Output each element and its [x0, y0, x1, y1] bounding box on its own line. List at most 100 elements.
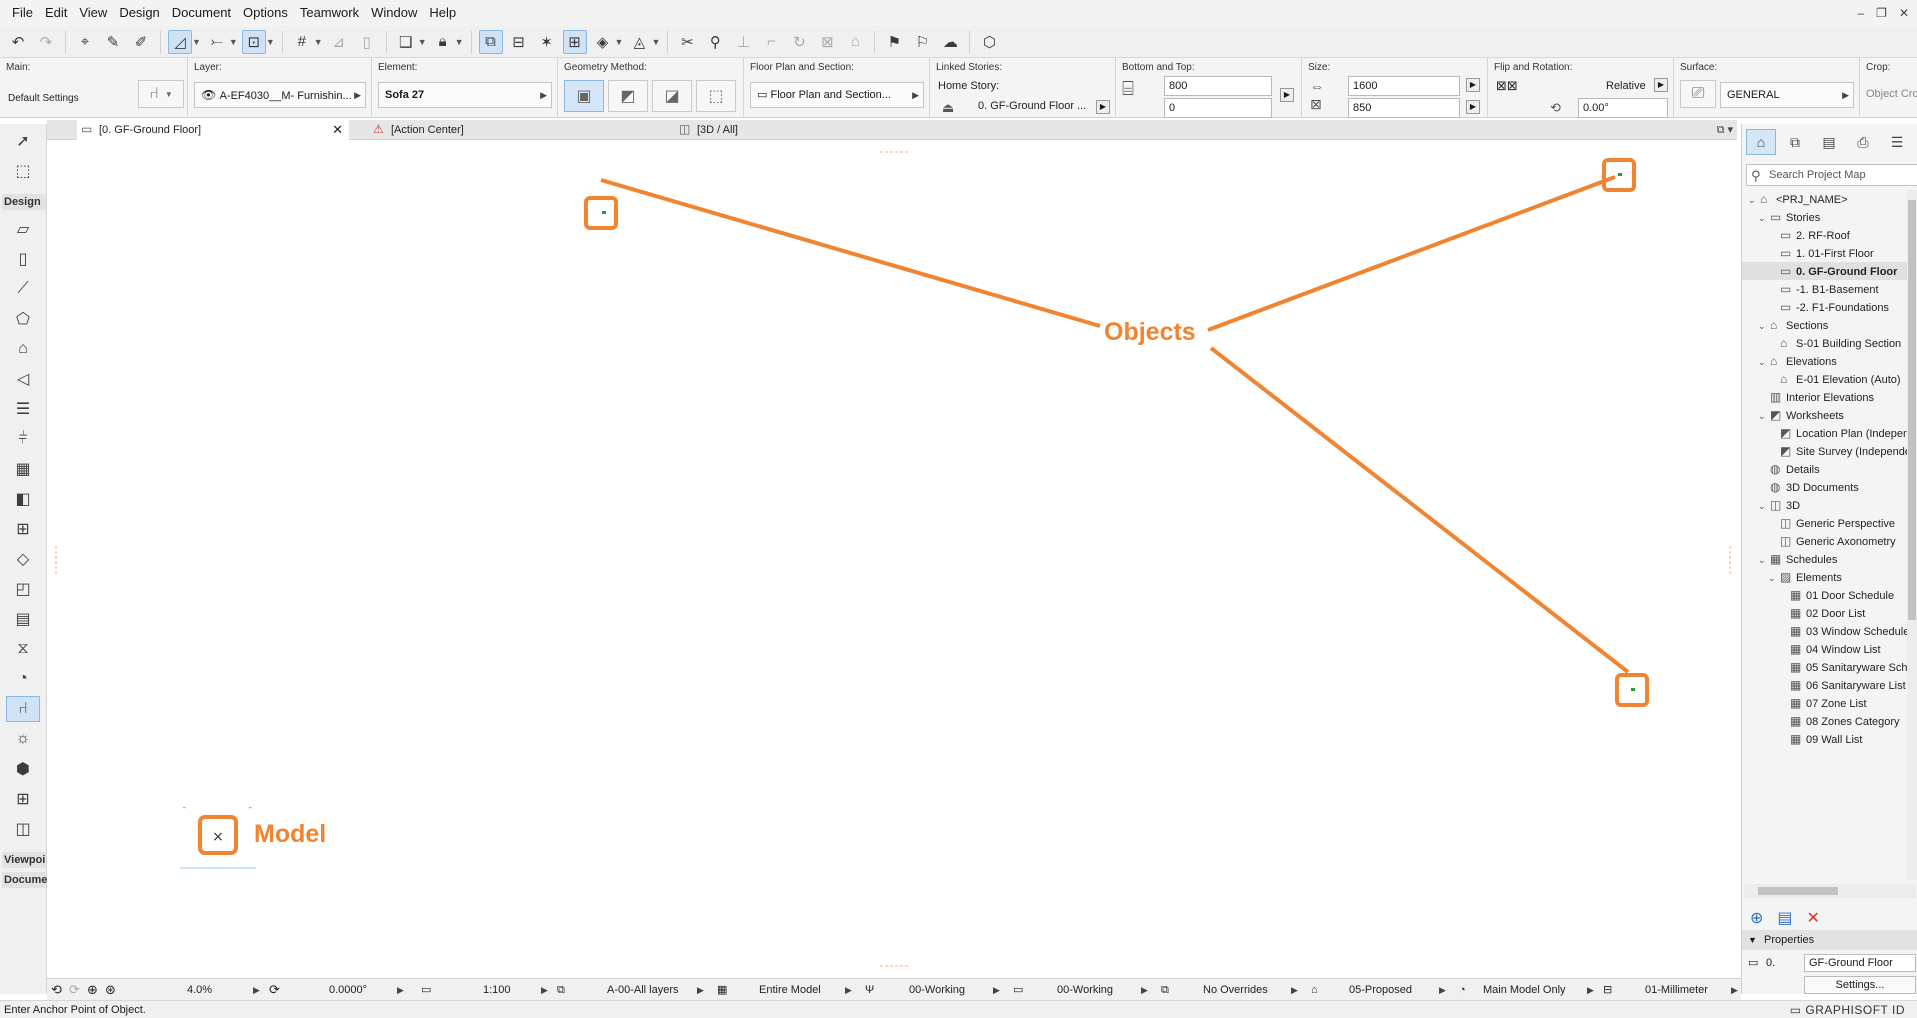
tree-item[interactable]: ◩ Location Plan (Independent)	[1742, 424, 1917, 442]
library-object-tool-icon[interactable]: ⬢	[6, 756, 40, 782]
navigator-hscrollbar[interactable]	[1744, 884, 1916, 898]
chevron-right-icon[interactable]: ▶	[1654, 78, 1668, 92]
project-map-search[interactable]: ⚲ Search Project Map	[1746, 164, 1917, 186]
object-marker[interactable]	[1618, 173, 1622, 176]
geometry-rotated-button[interactable]: ◩	[608, 80, 648, 112]
tree-item[interactable]: ▥ Interior Elevations	[1742, 388, 1874, 406]
menu-help[interactable]: Help	[423, 0, 462, 26]
eyedropper-icon[interactable]: ✎	[101, 30, 125, 54]
tree-item[interactable]: ⌄ ▦ Schedules	[1742, 550, 1837, 568]
geometry-diagonal-button[interactable]: ◪	[652, 80, 692, 112]
zoom-value[interactable]: 4.0%	[187, 979, 212, 1001]
geometry-single-button[interactable]: ▣	[564, 80, 604, 112]
scrollbar-thumb[interactable]	[1758, 887, 1838, 895]
tree-item[interactable]: ▦ 02 Door List	[1742, 604, 1865, 622]
floor-plan-canvas[interactable]: × ˉ ˉ Objects Model	[48, 141, 1738, 975]
new-folder-icon[interactable]: ▤	[1777, 908, 1792, 928]
tree-item[interactable]: ⌂ S-01 Building Section	[1742, 334, 1901, 352]
object-settings-button[interactable]: ⑁ ▼	[138, 80, 184, 108]
menu-teamwork[interactable]: Teamwork	[294, 0, 365, 26]
suspend-groups-icon[interactable]: ⧉	[478, 29, 503, 54]
add-view-icon[interactable]: ⊕	[1750, 908, 1763, 928]
curtain-wall-tool-icon[interactable]: ▦	[6, 456, 40, 482]
chevron-down-icon[interactable]: ▼	[455, 37, 464, 47]
graphisoft-id-button[interactable]: ▭ GRAPHISOFT ID	[1790, 1001, 1905, 1018]
delete-icon[interactable]: ✕	[1807, 908, 1820, 928]
morph-tool-icon[interactable]: ◔	[6, 666, 40, 692]
document-section-label[interactable]: Docume	[2, 872, 47, 888]
wall-tool-icon[interactable]: ▱	[6, 216, 40, 242]
menu-window[interactable]: Window	[365, 0, 423, 26]
menu-options[interactable]: Options	[237, 0, 294, 26]
chevron-down-icon[interactable]: ▼	[192, 37, 201, 47]
chevron-down-icon[interactable]: ⌄	[1758, 353, 1770, 371]
wall-end-tool-icon[interactable]: ◫	[6, 816, 40, 842]
fit-in-window-icon[interactable]: ⊛	[105, 979, 116, 1001]
snap-guides-icon[interactable]: ⤚	[205, 30, 229, 54]
publisher-sets-icon[interactable]: ⎙	[1848, 129, 1878, 155]
close-icon[interactable]: ✕	[1899, 6, 1909, 20]
grid-snap-icon[interactable]: #	[290, 30, 314, 54]
properties-header[interactable]: ▼ Properties	[1742, 930, 1917, 950]
top-height-field[interactable]: 800	[1164, 76, 1272, 96]
menu-document[interactable]: Document	[166, 0, 237, 26]
menu-edit[interactable]: Edit	[39, 0, 73, 26]
tree-item[interactable]: ⌄ ◩ Worksheets	[1742, 406, 1844, 424]
chevron-down-icon[interactable]: ⌄	[1758, 317, 1770, 335]
offset-icon[interactable]: ↻	[787, 30, 811, 54]
guide-lines-icon[interactable]: ◿	[168, 29, 192, 54]
chevron-right-icon[interactable]: ▶	[1466, 78, 1480, 92]
3d-cutaway-icon[interactable]: ◈	[591, 30, 615, 54]
zoom-forward-icon[interactable]: ⟳	[69, 979, 80, 1001]
slab-tool-icon[interactable]: ⬠	[6, 306, 40, 332]
tree-item[interactable]: ▭ -2. F1-Foundations	[1742, 298, 1889, 316]
tree-item[interactable]: ⌄ ▨ Elements	[1742, 568, 1842, 586]
chevron-right-icon[interactable]: ▶	[253, 979, 260, 1001]
chevron-right-icon[interactable]: ▶	[1731, 979, 1738, 1001]
lamp-tool-icon[interactable]: ☼	[6, 726, 40, 752]
mirror-icon[interactable]: ⊠⊠	[1496, 78, 1518, 94]
tree-item[interactable]: ▭ 1. 01-First Floor	[1742, 244, 1874, 262]
scale-value[interactable]: 1:100	[483, 979, 511, 1001]
chevron-right-icon[interactable]: ▶	[697, 979, 704, 1001]
bimcloud-icon[interactable]: ⬡	[977, 30, 1001, 54]
dimension-icon[interactable]: ⊟	[507, 30, 531, 54]
menu-view[interactable]: View	[73, 0, 113, 26]
tab-list-icon[interactable]: ⧉ ▾	[1717, 120, 1733, 140]
window-tool-icon[interactable]: ⊞	[6, 516, 40, 542]
depth-field[interactable]: 850	[1348, 98, 1460, 118]
rotation-mode[interactable]: Relative	[1606, 80, 1646, 92]
dimension-value[interactable]: 01-Millimeter	[1645, 979, 1708, 1001]
adjust-icon[interactable]: ⊥	[731, 30, 755, 54]
tree-item[interactable]: ▦ 08 Zones Category	[1742, 712, 1900, 730]
trace-icon[interactable]: ✶	[535, 30, 559, 54]
grid-element-tool-icon[interactable]: ⊞	[6, 786, 40, 812]
chevron-down-icon[interactable]: ⌄	[1748, 191, 1760, 209]
magic-wand-icon[interactable]: ⚲	[703, 30, 727, 54]
tree-item[interactable]: ▭ -1. B1-Basement	[1742, 280, 1879, 298]
navigator-scrollbar[interactable]	[1907, 190, 1917, 880]
surface-selector[interactable]: GENERAL ▶	[1720, 82, 1854, 108]
fillet-icon[interactable]: ⌐	[759, 30, 783, 54]
roof-icon[interactable]: ⌂	[843, 30, 867, 54]
project-map-icon[interactable]: ⌂	[1746, 129, 1776, 155]
chevron-right-icon[interactable]: ▶	[1291, 979, 1298, 1001]
chevron-right-icon[interactable]: ▶	[1587, 979, 1594, 1001]
view-map-icon[interactable]: ⧉	[1780, 129, 1810, 155]
tab-action-center[interactable]: ⚠ [Action Center]	[369, 120, 669, 140]
tab-3d-all[interactable]: ◫ [3D / All]	[675, 120, 975, 140]
marquee-tool-icon[interactable]: ⬚	[6, 158, 40, 184]
tab-ground-floor[interactable]: ▭ [0. GF-Ground Floor] ✕	[77, 120, 349, 140]
issue-icon[interactable]: ⚐	[910, 30, 934, 54]
pen-set-value[interactable]: 00-Working	[909, 979, 965, 1001]
tree-item[interactable]: ◍ 3D Documents	[1742, 478, 1859, 496]
tree-item[interactable]: ⌄ ▭ Stories	[1742, 208, 1820, 226]
navigator-menu-icon[interactable]: ☰	[1882, 129, 1912, 155]
tree-item[interactable]: ▦ 05 Sanitaryware Schedule	[1742, 658, 1917, 676]
chevron-right-icon[interactable]: ▶	[1141, 979, 1148, 1001]
chevron-down-icon[interactable]: ▼	[229, 37, 238, 47]
snap-points-icon[interactable]: ⊡	[241, 29, 266, 54]
render-icon[interactable]: ◬	[627, 30, 651, 54]
tree-item[interactable]: ⌄ ⌂ Elevations	[1742, 352, 1837, 370]
chevron-down-icon[interactable]: ⌄	[1768, 569, 1780, 587]
